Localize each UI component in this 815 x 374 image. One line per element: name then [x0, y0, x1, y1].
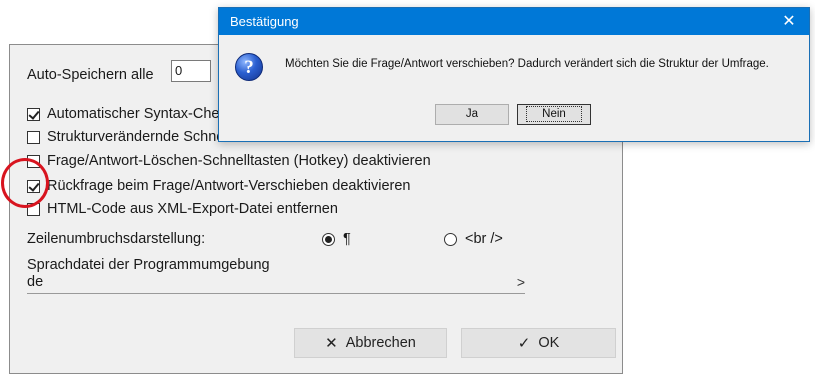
autosave-input[interactable]: 0	[171, 60, 211, 82]
dialog-message: Möchten Sie die Frage/Antwort verschiebe…	[285, 58, 769, 70]
language-select[interactable]: de >	[27, 273, 525, 294]
confirmation-dialog: Bestätigung ✕ ? Möchten Sie die Frage/An…	[218, 7, 810, 142]
ok-button[interactable]: ✓ OK	[461, 328, 616, 358]
radio-label: ¶	[343, 231, 351, 247]
radio-pilcrow[interactable]: ¶	[322, 230, 351, 248]
dialog-body: ? Möchten Sie die Frage/Antwort verschie…	[219, 35, 809, 141]
yes-button[interactable]: Ja	[435, 104, 509, 125]
checkmark-icon: ✓	[517, 335, 531, 352]
radio-button[interactable]	[444, 232, 457, 246]
radio-br-tag[interactable]: <br />	[444, 230, 503, 248]
autosave-label: Auto-Speichern alle	[27, 67, 154, 83]
checkbox-label: Frage/Antwort-Löschen-Schnelltasten (Hot…	[47, 153, 431, 169]
close-icon[interactable]: ✕	[769, 8, 809, 35]
checkbox-remove-html[interactable]: HTML-Code aus XML-Export-Datei entfernen	[27, 200, 338, 218]
question-icon: ?	[235, 53, 263, 81]
cancel-button-label: Abbrechen	[345, 335, 416, 351]
dialog-title: Bestätigung	[230, 14, 299, 29]
checkbox-box[interactable]	[27, 107, 40, 121]
checkbox-label: Rückfrage beim Frage/Antwort-Verschieben…	[47, 178, 411, 194]
no-button-label: Nein	[526, 106, 582, 122]
language-value: de	[27, 274, 44, 290]
language-label: Sprachdatei der Programmumgebung	[27, 257, 270, 273]
chevron-right-icon: >	[516, 274, 525, 290]
ok-button-label: OK	[538, 335, 560, 351]
cancel-button[interactable]: ✕ Abbrechen	[294, 328, 447, 358]
checkbox-syntax-check[interactable]: Automatischer Syntax-Check	[27, 105, 234, 123]
checkbox-move-confirmation[interactable]: Rückfrage beim Frage/Antwort-Verschieben…	[27, 177, 410, 195]
checkbox-label: HTML-Code aus XML-Export-Datei entfernen	[47, 201, 338, 217]
linebreak-label: Zeilenumbruchsdarstellung:	[27, 231, 206, 247]
no-button[interactable]: Nein	[517, 104, 591, 125]
checkbox-label: Automatischer Syntax-Check	[47, 106, 234, 122]
annotation-circle	[1, 158, 49, 208]
dialog-titlebar: Bestätigung ✕	[219, 8, 809, 35]
checkbox-box[interactable]	[27, 130, 40, 144]
checkbox-delete-hotkeys[interactable]: Frage/Antwort-Löschen-Schnelltasten (Hot…	[27, 152, 431, 170]
radio-label: <br />	[465, 231, 503, 247]
close-icon: ✕	[325, 335, 338, 352]
radio-button[interactable]	[322, 232, 335, 246]
